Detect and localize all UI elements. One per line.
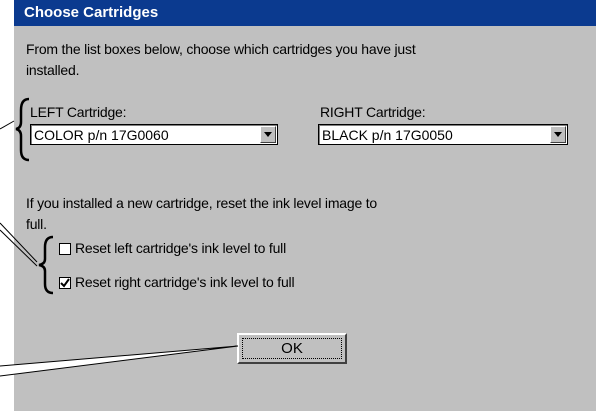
callout-line-checkboxes-b xyxy=(0,229,38,267)
callout-line-cartridges xyxy=(0,120,15,130)
callout-line-checkboxes-a xyxy=(0,222,38,263)
callout-brace-cartridges xyxy=(15,97,30,162)
callout-brace-checkboxes xyxy=(38,235,54,295)
callout-pointer-ok xyxy=(0,345,239,377)
callout-overlay xyxy=(0,97,239,377)
